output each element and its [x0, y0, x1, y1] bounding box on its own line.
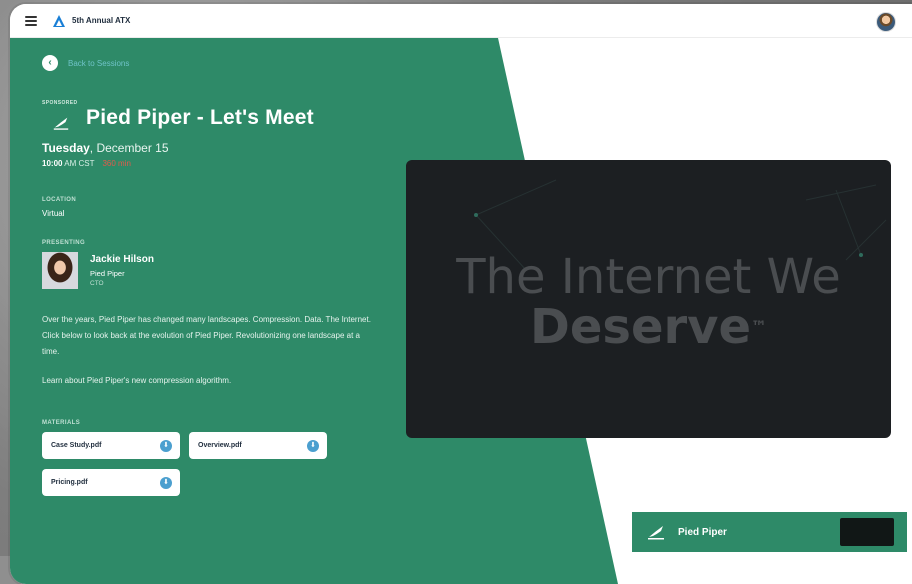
material-name: Pricing.pdf: [51, 479, 88, 486]
material-card-pricing[interactable]: Pricing.pdf ⬇: [42, 469, 180, 496]
top-bar: 5th Annual ATX: [10, 4, 912, 38]
video-line-2: Deserve: [529, 299, 752, 355]
materials-label: MATERIALS: [42, 420, 81, 426]
location-label: LOCATION: [42, 197, 77, 203]
back-label: Back to Sessions: [68, 58, 130, 68]
trademark: ™: [751, 317, 768, 336]
download-icon[interactable]: ⬇: [160, 476, 172, 489]
material-card-overview[interactable]: Overview.pdf ⬇: [189, 432, 327, 459]
time-value: 10:00: [42, 159, 63, 168]
material-name: Overview.pdf: [198, 442, 242, 449]
session-date: Tuesday, December 15: [42, 141, 169, 155]
presenting-label: PRESENTING: [42, 240, 86, 246]
duration: 360 min: [102, 159, 131, 168]
sponsor-name: Pied Piper: [678, 526, 727, 538]
download-icon[interactable]: ⬇: [307, 439, 319, 452]
pied-piper-logo-icon: [648, 526, 664, 540]
sponsor-bar[interactable]: Pied Piper: [632, 512, 907, 552]
video-line-1: The Internet We: [456, 249, 841, 305]
presenter-company: Pied Piper: [90, 269, 125, 278]
back-to-sessions-link[interactable]: ‹ Back to Sessions: [42, 55, 129, 71]
session-description: Over the years, Pied Piper has changed m…: [42, 315, 371, 356]
learn-more-text: Learn about Pied Piper's new compression…: [42, 376, 232, 385]
video-line-2-wrap: Deserve™: [406, 302, 891, 352]
material-name: Case Study.pdf: [51, 442, 102, 449]
pied-piper-logo-icon: [53, 117, 69, 130]
session-time: 10:00 AM CST 360 min: [42, 159, 131, 168]
time-zone: AM CST: [64, 159, 95, 168]
video-title-text: The Internet We Deserve™: [406, 252, 891, 352]
user-avatar[interactable]: [876, 12, 896, 32]
presenter-photo[interactable]: [42, 252, 78, 289]
material-card-case-study[interactable]: Case Study.pdf ⬇: [42, 432, 180, 459]
sponsored-tag: SPONSORED: [42, 100, 78, 106]
presenter-name[interactable]: Jackie Hilson: [90, 254, 154, 265]
hamburger-icon[interactable]: [25, 15, 37, 26]
session-page: ‹ Back to Sessions SPONSORED Pied Piper …: [10, 38, 912, 584]
sponsor-video-thumbnail[interactable]: [840, 518, 894, 546]
triangle-logo-icon: [53, 14, 65, 27]
video-player[interactable]: The Internet We Deserve™: [406, 160, 891, 438]
session-title: Pied Piper - Let's Meet: [86, 106, 314, 129]
app-name: 5th Annual ATX: [72, 16, 131, 25]
presenter-role: CTO: [90, 280, 104, 287]
app-window: 5th Annual ATX ‹ Back to Sessions SPONSO…: [10, 4, 912, 584]
chevron-left-icon: ‹: [42, 55, 58, 71]
location-value: Virtual: [42, 209, 65, 218]
download-icon[interactable]: ⬇: [160, 439, 172, 452]
session-date-rest: , December 15: [89, 141, 169, 155]
session-day: Tuesday: [42, 141, 90, 155]
